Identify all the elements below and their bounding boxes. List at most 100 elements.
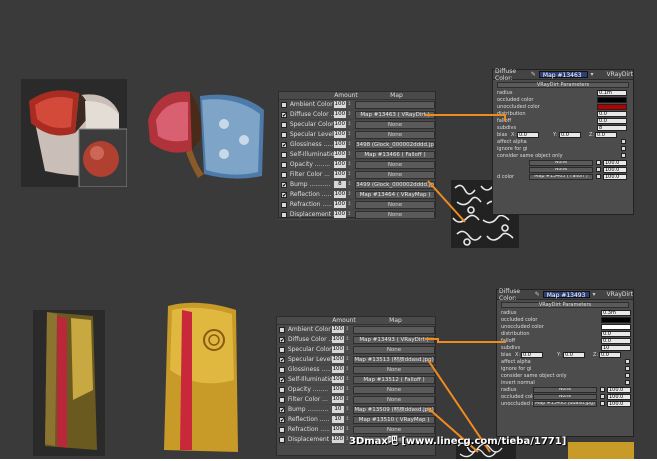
param-checkbox[interactable] [621,146,626,151]
sub-map-button[interactable]: None [529,159,593,166]
param-value-field[interactable]: 0.0 [597,117,627,124]
sub-map-amount[interactable]: 100.0 [603,166,627,173]
sub-map-checkbox[interactable] [600,401,605,406]
amount-field[interactable]: 100 [331,336,345,343]
map-enable-checkbox[interactable] [279,326,285,333]
amount-field[interactable]: 8 [333,181,347,188]
map-dropdown-icon[interactable]: ▾ [591,71,594,78]
map-slot-button[interactable]: Map #13464 ( VRayMap ) [355,190,435,199]
amount-field[interactable]: 100 [333,211,346,218]
map-enable-checkbox[interactable] [279,396,285,403]
amount-spinner-icon[interactable]: ↕ [345,336,349,343]
map-slot-button[interactable]: Map #13512 ( Falloff ) [353,375,435,384]
amount-field[interactable]: 100 [331,366,344,373]
map-enable-checkbox[interactable] [281,201,287,208]
amount-field[interactable]: 100 [333,101,346,108]
occluded-color-swatch[interactable] [597,96,627,103]
amount-field[interactable]: 100 [333,121,346,128]
vraydirt-parameters-rollout[interactable]: VRayDirt Parameters [501,302,629,308]
amount-spinner-icon[interactable]: ↕ [347,121,351,128]
map-slot-button[interactable]: None [354,210,436,219]
map-enable-checkbox[interactable]: ✔ [281,181,287,188]
sub-map-checkbox[interactable] [600,394,605,399]
amount-field[interactable]: 100 [331,326,344,333]
amount-spinner-icon[interactable]: ↕ [345,386,349,393]
picker-icon[interactable]: ✎ [535,291,540,298]
amount-spinner-icon[interactable]: ↕ [345,366,349,373]
bias-z-field[interactable]: 0.0 [595,131,617,138]
amount-spinner-icon[interactable]: ↕ [345,396,349,403]
sub-map-button[interactable]: None [529,166,593,173]
param-checkbox[interactable] [625,359,630,364]
sub-map-button[interactable]: Map #13463 ( Falloff ) [529,173,593,180]
map-enable-checkbox[interactable] [279,436,285,443]
amount-field[interactable]: 100 [333,171,346,178]
amount-spinner-icon[interactable]: ↕ [347,191,351,198]
map-slot-button[interactable]: None [353,365,435,374]
map-dropdown-icon[interactable]: ▾ [593,291,596,298]
amount-spinner-icon[interactable]: ↕ [347,141,351,148]
param-value-field[interactable]: 8 [597,124,627,131]
amount-spinner-icon[interactable]: ↕ [347,201,351,208]
param-checkbox[interactable] [625,380,630,385]
vraydirt-parameters-rollout[interactable]: VRayDirt Parameters [497,82,629,88]
amount-field[interactable]: 10 [331,416,345,423]
sub-map-button[interactable]: None [533,393,597,400]
amount-field[interactable]: 100 [331,426,344,433]
sub-map-checkbox[interactable] [596,174,601,179]
bias-y-field[interactable]: 0.0 [563,351,585,358]
sub-map-checkbox[interactable] [596,160,601,165]
map-enable-checkbox[interactable] [281,131,287,138]
amount-field[interactable]: 100 [331,356,345,363]
map-slot-button[interactable] [354,100,436,109]
map-type-label[interactable]: VRayDirt [607,291,633,298]
map-slot-button[interactable]: None [353,385,435,394]
map-slot-button[interactable]: Map #13509 (材质ddasd.jpg) [353,405,435,414]
param-value-field[interactable]: 0.0 [597,110,627,117]
map-slot-button[interactable]: None [354,130,436,139]
amount-field[interactable]: 100 [333,151,346,158]
param-value-field[interactable]: 0.0 [601,330,631,337]
map-slot-button[interactable]: 3498 (Glock_000002dddd.jpg) [355,140,435,149]
map-slot-button[interactable]: Map #13510 ( VRayMap ) [353,415,435,424]
map-enable-checkbox[interactable] [281,121,287,128]
map-name-field[interactable]: Map #13493 [542,291,590,299]
sub-map-amount[interactable]: 100.0 [607,386,631,393]
map-slot-button[interactable] [353,325,435,334]
sub-map-button[interactable]: None [533,386,597,393]
map-slot-button[interactable]: Map #13513 (材质ddasd.jpg) [353,355,435,364]
amount-spinner-icon[interactable]: ↕ [345,346,349,353]
map-type-label[interactable]: VRayDirt [607,71,633,78]
amount-spinner-icon[interactable]: ↕ [345,356,349,363]
param-checkbox[interactable] [621,153,626,158]
unoccluded-color-swatch[interactable] [601,323,631,330]
amount-field[interactable]: 100 [331,396,344,403]
param-checkbox[interactable] [621,139,626,144]
amount-spinner-icon[interactable]: ↕ [347,101,351,108]
param-checkbox[interactable] [625,366,630,371]
map-slot-button[interactable]: 3499 (Glock_000002dddd.jpg) [355,180,435,189]
map-slot-button[interactable]: Map #13466 ( Falloff ) [354,150,436,159]
amount-field[interactable]: 100 [331,386,344,393]
map-enable-checkbox[interactable] [281,101,287,108]
param-value-field[interactable]: 10 [601,344,631,351]
amount-spinner-icon[interactable]: ↕ [347,181,351,188]
amount-field[interactable]: 10 [331,406,345,413]
amount-spinner-icon[interactable]: ↕ [345,406,349,413]
map-enable-checkbox[interactable]: ✔ [279,336,285,343]
amount-spinner-icon[interactable]: ↕ [345,326,349,333]
amount-field[interactable]: 100 [333,191,347,198]
amount-field[interactable]: 100 [331,346,344,353]
amount-field[interactable]: 100 [333,161,346,168]
param-value-field[interactable]: 0.1m [597,89,627,96]
map-enable-checkbox[interactable]: ✔ [281,141,287,148]
bias-y-field[interactable]: 0.0 [559,131,581,138]
bias-x-field[interactable]: 0.0 [517,131,539,138]
map-enable-checkbox[interactable]: ✔ [281,111,287,118]
amount-field[interactable]: 100 [333,111,347,118]
amount-field[interactable]: 100 [333,201,346,208]
occluded-color-swatch[interactable] [601,316,631,323]
map-enable-checkbox[interactable] [279,426,285,433]
amount-spinner-icon[interactable]: ↕ [347,111,351,118]
map-enable-checkbox[interactable] [281,171,287,178]
